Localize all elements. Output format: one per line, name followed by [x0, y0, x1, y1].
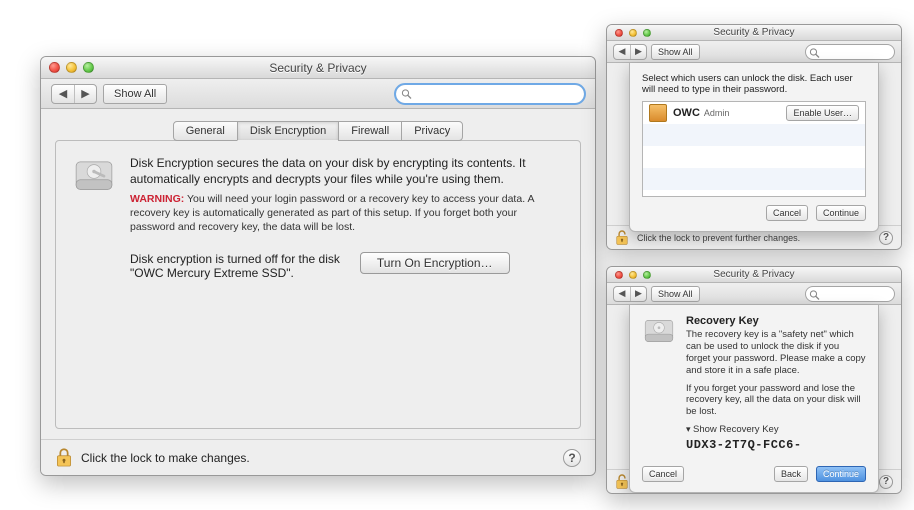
nav-segment: ◀ ▶ [613, 44, 647, 60]
minimize-icon[interactable] [66, 62, 77, 73]
titlebar[interactable]: Security & Privacy [607, 267, 901, 283]
tab-frame: Disk Encryption secures the data on your… [55, 140, 581, 429]
show-all-button[interactable]: Show All [651, 44, 700, 60]
search-field[interactable] [805, 44, 895, 60]
titlebar[interactable]: Security & Privacy [41, 57, 595, 79]
continue-button[interactable]: Continue [816, 466, 866, 482]
back-button[interactable]: ◀ [614, 45, 630, 59]
search-field[interactable] [805, 286, 895, 302]
minimize-icon[interactable] [629, 271, 637, 279]
close-icon[interactable] [615, 271, 623, 279]
help-button[interactable]: ? [563, 449, 581, 467]
lock-text: Click the lock to prevent further change… [637, 233, 800, 243]
close-icon[interactable] [49, 62, 60, 73]
traffic-lights[interactable] [615, 29, 651, 37]
cancel-button[interactable]: Cancel [766, 205, 808, 221]
forward-button[interactable]: ▶ [630, 287, 646, 301]
tab-privacy[interactable]: Privacy [401, 121, 463, 141]
search-icon [809, 289, 818, 298]
search-icon [401, 88, 412, 99]
sheet-prompt: Select which users can unlock the disk. … [642, 73, 866, 95]
zoom-icon[interactable] [83, 62, 94, 73]
close-icon[interactable] [615, 29, 623, 37]
traffic-lights[interactable] [615, 271, 651, 279]
content-area: General Disk Encryption Firewall Privacy… [41, 109, 595, 439]
content-area: Recovery Key The recovery key is a "safe… [607, 305, 901, 469]
show-all-button[interactable]: Show All [103, 84, 167, 104]
lock-icon[interactable] [55, 447, 73, 469]
sheet-p1: The recovery key is a "safety net" which… [686, 329, 866, 377]
search-input[interactable] [395, 84, 585, 104]
toolbar: ◀ ▶ Show All [41, 79, 595, 109]
status-text: Disk encryption is turned off for the di… [130, 252, 340, 280]
traffic-lights[interactable] [49, 62, 94, 73]
disk-icon [72, 155, 116, 205]
nav-segment: ◀ ▶ [51, 84, 97, 104]
list-item [643, 168, 865, 190]
tabbar: General Disk Encryption Firewall Privacy [55, 121, 581, 141]
window-title: Security & Privacy [607, 27, 901, 38]
forward-button[interactable]: ▶ [630, 45, 646, 59]
main-window: Security & Privacy ◀ ▶ Show All General … [40, 56, 596, 476]
back-button[interactable]: ◀ [52, 85, 74, 103]
lock-icon[interactable] [615, 229, 629, 247]
users-sheet: Select which users can unlock the disk. … [629, 63, 879, 232]
sheet-heading: Recovery Key [686, 315, 866, 327]
user-name: OWC [673, 107, 700, 119]
titlebar[interactable]: Security & Privacy [607, 25, 901, 41]
recovery-sheet: Recovery Key The recovery key is a "safe… [629, 305, 879, 493]
forward-button[interactable]: ▶ [74, 85, 96, 103]
tab-firewall[interactable]: Firewall [338, 121, 402, 141]
window-title: Security & Privacy [607, 269, 901, 280]
list-item [643, 146, 865, 168]
user-list[interactable]: OWC Admin Enable User… [642, 101, 866, 197]
content-area: Select which users can unlock the disk. … [607, 63, 901, 225]
zoom-icon[interactable] [643, 271, 651, 279]
search-field[interactable] [395, 84, 585, 104]
disk-icon [642, 315, 676, 355]
pane-body: Disk Encryption secures the data on your… [130, 155, 564, 414]
warning-label: WARNING: [130, 193, 184, 205]
recovery-key-value: UDX3-2T7Q-FCC6- [686, 438, 866, 452]
lock-text: Click the lock to make changes. [81, 451, 250, 465]
tab-general[interactable]: General [173, 121, 238, 141]
nav-segment: ◀ ▶ [613, 286, 647, 302]
list-item[interactable]: OWC Admin Enable User… [643, 102, 865, 124]
zoom-icon[interactable] [643, 29, 651, 37]
lock-icon[interactable] [615, 473, 629, 491]
list-item [643, 124, 865, 146]
avatar-icon [649, 104, 667, 122]
window-title: Security & Privacy [41, 61, 595, 75]
show-all-button[interactable]: Show All [651, 286, 700, 302]
enable-user-button[interactable]: Enable User… [786, 105, 859, 121]
toolbar: ◀ ▶ Show All [607, 283, 901, 305]
cancel-button[interactable]: Cancel [642, 466, 684, 482]
back-step-button[interactable]: Back [774, 466, 808, 482]
user-role: Admin [704, 108, 730, 118]
tab-disk-encryption[interactable]: Disk Encryption [237, 121, 339, 141]
footer: Click the lock to make changes. ? [41, 439, 595, 475]
continue-button[interactable]: Continue [816, 205, 866, 221]
help-button[interactable]: ? [879, 231, 893, 245]
search-icon [809, 47, 818, 56]
users-window: Security & Privacy ◀ ▶ Show All Select w… [606, 24, 902, 250]
warning-body: You will need your login password or a r… [130, 193, 534, 232]
help-button[interactable]: ? [879, 475, 893, 489]
recovery-window: Security & Privacy ◀ ▶ Show All [606, 266, 902, 494]
show-recovery-key-toggle[interactable]: Show Recovery Key [686, 424, 866, 435]
sheet-p2: If you forget your password and lose the… [686, 383, 866, 419]
minimize-icon[interactable] [629, 29, 637, 37]
warning-text: WARNING: You will need your login passwo… [130, 193, 564, 234]
toolbar: ◀ ▶ Show All [607, 41, 901, 63]
back-button[interactable]: ◀ [614, 287, 630, 301]
turn-on-encryption-button[interactable]: Turn On Encryption… [360, 252, 510, 274]
intro-text: Disk Encryption secures the data on your… [130, 155, 564, 187]
